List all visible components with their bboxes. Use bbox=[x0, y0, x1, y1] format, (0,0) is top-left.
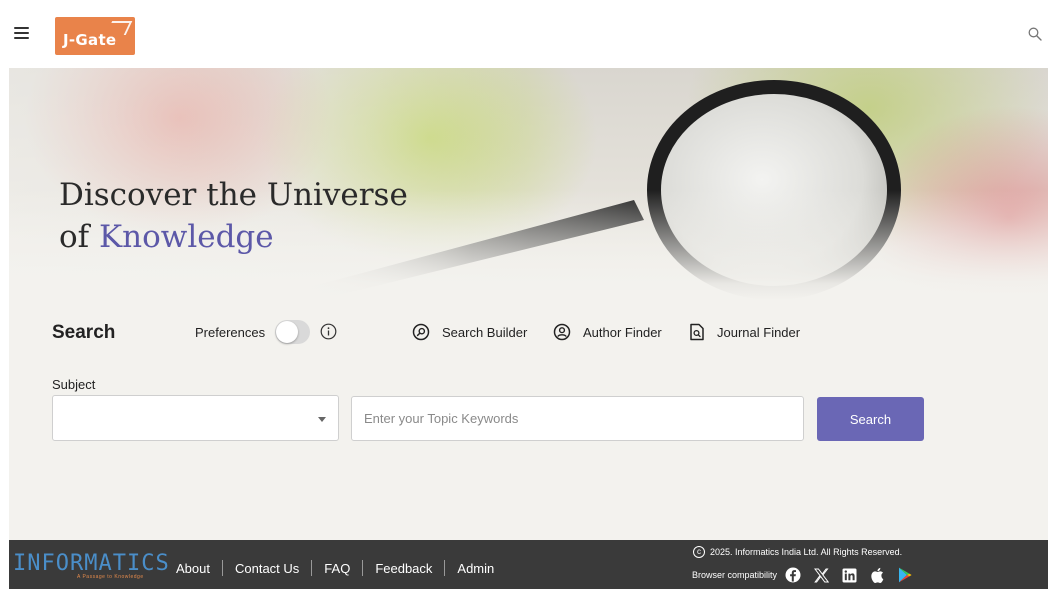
logo-text: J-Gate bbox=[63, 31, 117, 49]
search-panel: Search Preferences Search Builder Author… bbox=[9, 300, 1048, 540]
footer: INFORMATICS A Passage to Knowledge About… bbox=[9, 540, 1048, 589]
copyright: c 2025. Informatics India Ltd. All Right… bbox=[693, 546, 902, 558]
x-icon[interactable] bbox=[813, 567, 829, 583]
subject-dropdown[interactable] bbox=[52, 395, 339, 441]
j-gate-logo[interactable]: J-Gate bbox=[55, 17, 135, 55]
journal-icon bbox=[690, 323, 704, 341]
footer-link-about[interactable]: About bbox=[176, 561, 210, 576]
footer-link-admin[interactable]: Admin bbox=[457, 561, 494, 576]
brand-tagline: A Passage to Knowledge bbox=[77, 574, 144, 580]
play-store-icon[interactable] bbox=[897, 567, 913, 583]
author-finder-label: Author Finder bbox=[583, 324, 662, 340]
footer-link-faq[interactable]: FAQ bbox=[324, 561, 350, 576]
search-builder-label: Search Builder bbox=[442, 324, 528, 340]
author-icon bbox=[553, 323, 571, 341]
search-builder-link[interactable]: Search Builder bbox=[412, 321, 527, 343]
facebook-icon[interactable] bbox=[785, 567, 801, 583]
author-finder-link[interactable]: Author Finder bbox=[553, 321, 662, 343]
hero-title: Discover the Universe of Knowledge bbox=[59, 174, 408, 258]
footer-nav: About Contact Us FAQ Feedback Admin bbox=[176, 560, 494, 576]
search-heading: Search bbox=[52, 322, 116, 343]
preferences-label: Preferences bbox=[195, 325, 266, 340]
toggle-knob bbox=[276, 321, 298, 343]
info-icon[interactable] bbox=[320, 323, 337, 340]
top-header: J-Gate bbox=[0, 0, 1048, 68]
footer-link-contact[interactable]: Contact Us bbox=[235, 561, 299, 576]
hero-title-prefix: of bbox=[59, 219, 99, 255]
copyright-text: 2025. Informatics India Ltd. All Rights … bbox=[710, 547, 903, 557]
hero-title-accent: Knowledge bbox=[99, 219, 274, 255]
journal-finder-label: Journal Finder bbox=[717, 324, 801, 340]
footer-link-feedback[interactable]: Feedback bbox=[375, 561, 432, 576]
search-button[interactable]: Search bbox=[817, 397, 924, 441]
informatics-logo[interactable]: INFORMATICS bbox=[13, 551, 170, 576]
copyright-icon: c bbox=[693, 546, 705, 558]
caret-down-icon bbox=[318, 417, 326, 422]
hero-banner: Discover the Universe of Knowledge bbox=[9, 68, 1048, 300]
subject-label: Subject bbox=[52, 377, 96, 392]
search-builder-icon bbox=[412, 323, 430, 341]
browser-compatibility: Browser compatibility bbox=[692, 567, 925, 583]
topic-keywords-input[interactable] bbox=[351, 396, 804, 441]
menu-icon[interactable] bbox=[14, 27, 29, 39]
preferences-toggle[interactable] bbox=[275, 320, 310, 344]
hero-title-line1: Discover the Universe bbox=[59, 177, 408, 213]
apple-icon[interactable] bbox=[869, 567, 885, 583]
linkedin-icon[interactable] bbox=[841, 567, 857, 583]
journal-finder-link[interactable]: Journal Finder bbox=[689, 321, 800, 343]
compat-label: Browser compatibility bbox=[692, 570, 778, 580]
search-icon[interactable] bbox=[1028, 27, 1042, 41]
